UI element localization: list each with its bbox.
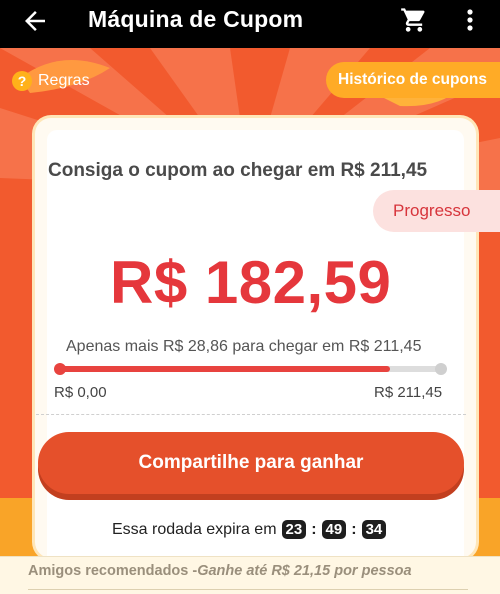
expiry-timer: Essa rodada expira em 23 : 49 : 34 [112, 520, 387, 539]
progress-max-label: R$ 211,45 [374, 384, 443, 401]
more-vertical-icon[interactable] [460, 6, 480, 36]
progress-min-label: R$ 0,00 [54, 384, 107, 401]
timer-separator: : [311, 520, 317, 538]
app-bar: Máquina de Cupom [0, 0, 500, 48]
remaining-text: Apenas mais R$ 28,86 para chegar em R$ 2… [66, 338, 422, 355]
dashed-divider [36, 414, 466, 415]
timer-seconds: 34 [361, 520, 387, 539]
progress-tag[interactable]: Progresso [373, 190, 500, 232]
recommended-friends-label: Amigos recomendados - [28, 563, 198, 579]
timer-separator: : [351, 520, 357, 538]
goal-headline: Consiga o cupom ao chegar em R$ 211,45 [48, 160, 428, 181]
rules-link[interactable]: ? Regras [12, 70, 90, 92]
progress-fill [58, 366, 391, 372]
progress-bar [54, 363, 447, 375]
section-divider [28, 589, 468, 590]
current-amount: R$ 182,59 [110, 249, 392, 316]
help-icon: ? [12, 71, 32, 91]
recommended-friends-section: Amigos recomendados -Ganhe até R$ 21,15 … [0, 556, 500, 594]
coupon-history-button[interactable]: Histórico de cupons [326, 62, 500, 98]
recommended-friends-text: Amigos recomendados -Ganhe até R$ 21,15 … [28, 563, 412, 579]
shopping-cart-icon[interactable] [400, 6, 428, 34]
back-arrow-icon[interactable] [20, 6, 50, 36]
expiry-label: Essa rodada expira em [112, 520, 277, 538]
share-to-win-button[interactable]: Compartilhe para ganhar [38, 432, 464, 494]
timer-minutes: 49 [321, 520, 347, 539]
rules-label: Regras [38, 72, 90, 89]
progress-end-dot [435, 363, 447, 375]
timer-hours: 23 [281, 520, 307, 539]
progress-start-dot [54, 363, 66, 375]
friends-reward-text: Ganhe até R$ 21,15 por pessoa [197, 563, 412, 579]
page-title: Máquina de Cupom [88, 6, 304, 32]
